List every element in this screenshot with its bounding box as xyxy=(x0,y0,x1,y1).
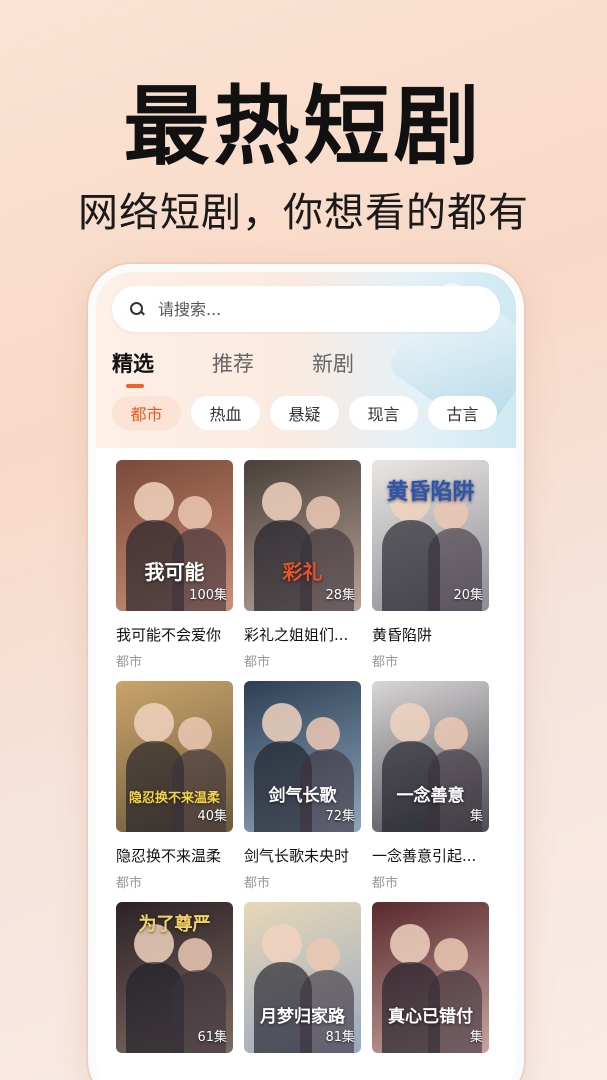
drama-card[interactable]: 剑气长歌 72集 剑气长歌未央时 都市 xyxy=(244,681,361,902)
chip-period-romance[interactable]: 古言 xyxy=(428,396,497,430)
drama-card[interactable]: 隐忍换不来温柔 40集 隐忍换不来温柔 都市 xyxy=(116,681,233,902)
drama-grid: 我可能 100集 我可能不会爱你 都市 彩礼 28集 彩礼之姐姐们... 都市 … xyxy=(116,460,490,1080)
poster-title-art: 黄昏陷阱 xyxy=(386,479,475,505)
search-bar[interactable] xyxy=(112,286,500,332)
drama-poster[interactable]: 一念善意 集 xyxy=(372,681,489,832)
drama-genre: 都市 xyxy=(244,876,271,891)
poster-title-art: 我可能 xyxy=(144,560,205,584)
poster-title-art: 月梦归家路 xyxy=(260,1007,345,1027)
poster-title-art: 隐忍换不来温柔 xyxy=(128,791,220,806)
drama-card[interactable]: 真心已错付 集 xyxy=(372,902,489,1080)
promo-headline: 最热短剧 xyxy=(123,77,484,177)
drama-poster[interactable]: 真心已错付 集 xyxy=(372,902,489,1053)
tab-featured[interactable]: 精选 xyxy=(112,348,154,388)
poster-title-art: 彩礼 xyxy=(282,560,323,584)
episode-count: 20集 xyxy=(453,588,483,603)
poster-title-art: 真心已错付 xyxy=(388,1007,473,1027)
drama-poster[interactable]: 彩礼 28集 xyxy=(244,460,361,611)
drama-title[interactable]: 隐忍换不来温柔 xyxy=(116,845,233,866)
poster-title-art: 一念善意 xyxy=(396,786,465,806)
genre-chips: 都市 热血 悬疑 现言 古言 xyxy=(112,396,497,430)
drama-card[interactable]: 我可能 100集 我可能不会爱你 都市 xyxy=(116,460,233,681)
chip-urban[interactable]: 都市 xyxy=(112,396,181,430)
chip-modern-romance[interactable]: 现言 xyxy=(349,396,418,430)
poster-title-art: 为了尊严 xyxy=(138,914,211,935)
drama-title[interactable]: 一念善意引起... xyxy=(372,845,489,866)
drama-poster[interactable]: 剑气长歌 72集 xyxy=(244,681,361,832)
drama-card[interactable]: 月梦归家路 81集 xyxy=(244,902,361,1080)
drama-title[interactable]: 黄昏陷阱 xyxy=(372,624,489,645)
episode-count: 28集 xyxy=(325,588,355,603)
drama-card[interactable]: 黄昏陷阱 20集 黄昏陷阱 都市 xyxy=(372,460,489,681)
drama-genre: 都市 xyxy=(116,876,143,891)
chip-mystery[interactable]: 悬疑 xyxy=(270,396,339,430)
poster-title-art: 剑气长歌 xyxy=(268,786,337,806)
episode-count: 40集 xyxy=(197,809,227,824)
promo-subheadline: 网络短剧，你想看的都有 xyxy=(78,190,529,236)
drama-genre: 都市 xyxy=(372,655,399,670)
episode-count: 61集 xyxy=(197,1030,227,1045)
category-tabs: 精选 推荐 新剧 xyxy=(112,348,354,388)
drama-genre: 都市 xyxy=(116,655,143,670)
drama-poster[interactable]: 月梦归家路 81集 xyxy=(244,902,361,1053)
phone-mockup: 精选 推荐 新剧 都市 热血 悬疑 现言 古言 我可能 100集 我可能不会爱你… xyxy=(88,264,524,1080)
episode-count: 集 xyxy=(469,1030,483,1045)
episode-count: 集 xyxy=(469,809,483,824)
search-input[interactable] xyxy=(158,299,458,319)
drama-card[interactable]: 一念善意 集 一念善意引起... 都市 xyxy=(372,681,489,902)
drama-card[interactable]: 为了尊严 61集 xyxy=(116,902,233,1080)
tab-recommended[interactable]: 推荐 xyxy=(212,348,254,378)
drama-title[interactable]: 我可能不会爱你 xyxy=(116,624,233,645)
episode-count: 81集 xyxy=(325,1030,355,1045)
drama-poster[interactable]: 为了尊严 61集 xyxy=(116,902,233,1053)
chip-action[interactable]: 热血 xyxy=(191,396,260,430)
episode-count: 100集 xyxy=(189,588,227,603)
drama-card[interactable]: 彩礼 28集 彩礼之姐姐们... 都市 xyxy=(244,460,361,681)
search-icon xyxy=(128,300,146,318)
drama-poster[interactable]: 隐忍换不来温柔 40集 xyxy=(116,681,233,832)
drama-genre: 都市 xyxy=(244,655,271,670)
drama-poster[interactable]: 我可能 100集 xyxy=(116,460,233,611)
drama-title[interactable]: 彩礼之姐姐们... xyxy=(244,624,361,645)
drama-genre: 都市 xyxy=(372,876,399,891)
tab-new[interactable]: 新剧 xyxy=(312,348,354,378)
drama-title[interactable]: 剑气长歌未央时 xyxy=(244,845,361,866)
drama-poster[interactable]: 黄昏陷阱 20集 xyxy=(372,460,489,611)
episode-count: 72集 xyxy=(325,809,355,824)
